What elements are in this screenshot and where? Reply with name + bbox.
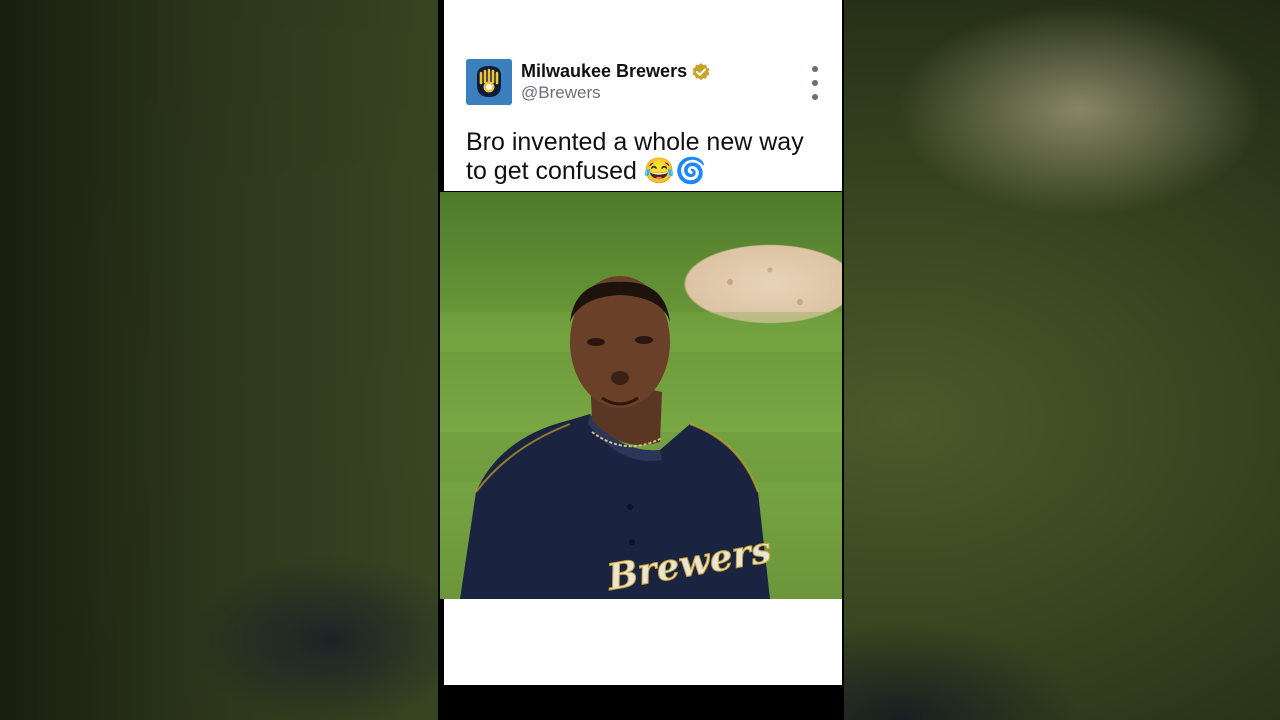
blurred-video-backdrop-left (0, 0, 440, 720)
blurred-video-backdrop-shadow (840, 520, 1280, 720)
brewers-logo-avatar[interactable] (466, 59, 512, 105)
more-options-button[interactable] (806, 66, 824, 100)
vertical-dots-icon (812, 94, 818, 100)
player-illustration: Brewers (440, 267, 842, 599)
post-text: Bro invented a whole new way to get conf… (466, 128, 804, 185)
vertical-dots-icon (812, 66, 818, 72)
account-handle[interactable]: @Brewers (521, 83, 601, 103)
display-name[interactable]: Milwaukee Brewers (521, 61, 711, 82)
vertical-dots-icon (812, 80, 818, 86)
video-clip-player[interactable]: Brewers (440, 192, 842, 599)
ball-glove-logo-icon (466, 59, 512, 105)
display-name-text: Milwaukee Brewers (521, 61, 688, 81)
post-card-footer (444, 599, 842, 685)
verified-badge-icon (692, 62, 710, 80)
